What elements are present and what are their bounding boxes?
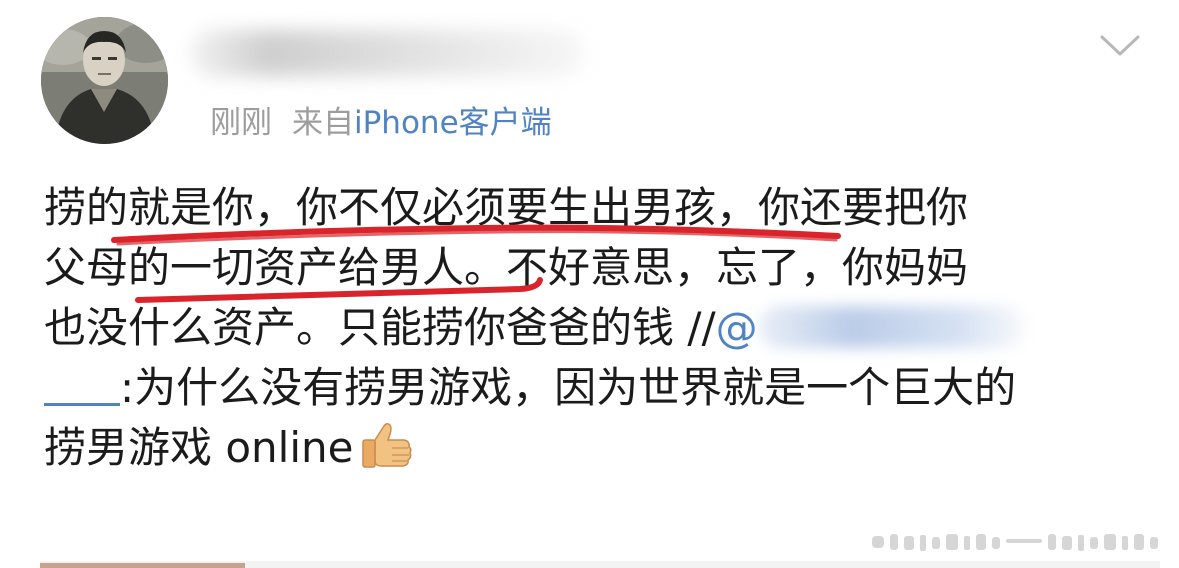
post-meta: 刚刚 来自iPhone客户端 [210, 101, 552, 145]
mention-link[interactable]: @ [716, 303, 1026, 352]
post-line-5-text: 捞男游戏 online [44, 423, 354, 472]
post-line-3: 也没什么资产。只能捞你爸爸的钱 //@ [44, 298, 1154, 358]
mention-name-underline[interactable] [44, 365, 120, 406]
next-post-image-edge [40, 563, 245, 568]
source-prefix: 来自 [292, 105, 354, 141]
post-line-3-text: 也没什么资产。只能捞你爸爸的钱 // [44, 303, 716, 352]
post-line-2: 父母的一切资产给男人。不好意思，忘了，你妈妈 [44, 243, 969, 292]
thumbs-up-icon [362, 422, 413, 468]
username-blurred[interactable] [190, 30, 585, 76]
chevron-down-icon[interactable] [1097, 30, 1143, 60]
post-time: 刚刚 [210, 105, 272, 141]
post-line-5: 捞男游戏 online [44, 418, 1154, 478]
source-link[interactable]: iPhone客户端 [354, 105, 552, 141]
watermark [872, 534, 1158, 551]
avatar-photo [41, 17, 168, 144]
mention-at[interactable]: @ [716, 303, 758, 352]
post-line-1: 捞的就是你，你不仅必须要生出男孩，你还要把你 [44, 183, 969, 232]
post-body: 捞的就是你，你不仅必须要生出男孩，你还要把你 父母的一切资产给男人。不好意思，忘… [44, 178, 1154, 478]
mention-name-blurred[interactable] [757, 306, 1026, 348]
post-line-4-text: :为什么没有捞男游戏，因为世界就是一个巨大的 [120, 363, 1017, 412]
avatar[interactable] [41, 17, 168, 144]
post-line-4: :为什么没有捞男游戏，因为世界就是一个巨大的 [44, 358, 1154, 418]
